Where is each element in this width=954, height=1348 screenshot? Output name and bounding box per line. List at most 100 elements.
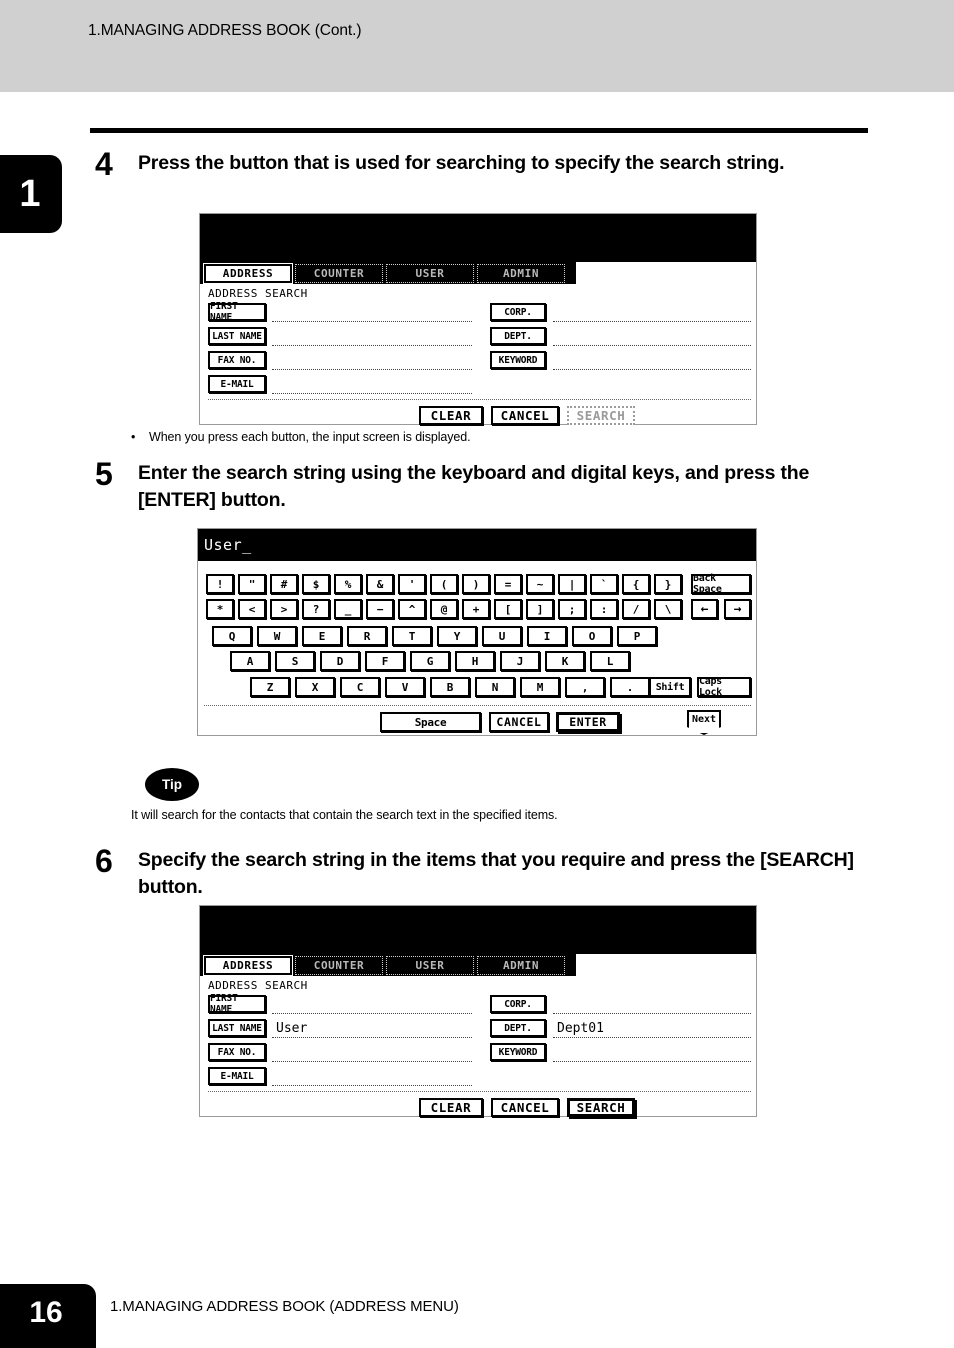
keyboard-input-value[interactable]: User_ bbox=[204, 536, 252, 554]
key-row1-5[interactable]: & bbox=[366, 574, 394, 594]
key-row3-6[interactable]: U bbox=[482, 626, 522, 646]
key-row4-7[interactable]: K bbox=[545, 651, 585, 671]
key-shift[interactable]: Shift bbox=[649, 677, 691, 697]
key-row5-4[interactable]: B bbox=[430, 677, 470, 697]
key-row2-10[interactable]: ] bbox=[526, 599, 554, 619]
field-button-corp[interactable]: CORP. bbox=[490, 303, 546, 321]
key-row2-13[interactable]: / bbox=[622, 599, 650, 619]
tab-user[interactable]: USER bbox=[386, 264, 474, 283]
field-value-e-mail-filled[interactable] bbox=[272, 1067, 472, 1086]
key-row3-1[interactable]: W bbox=[257, 626, 297, 646]
cancel-button-filled[interactable]: CANCEL bbox=[491, 1098, 559, 1117]
key-row2-2[interactable]: > bbox=[270, 599, 298, 619]
key-caps-lock[interactable]: Caps Lock bbox=[697, 676, 751, 698]
field-button-e-mail[interactable]: E-MAIL bbox=[208, 375, 266, 393]
tab-counter-filled[interactable]: COUNTER bbox=[295, 956, 383, 975]
field-button-first-name-filled[interactable]: FIRST NAME bbox=[208, 993, 266, 1015]
key-row3-4[interactable]: T bbox=[392, 626, 432, 646]
field-value-keyword-filled[interactable] bbox=[553, 1043, 751, 1062]
keyboard-cancel-button[interactable]: CANCEL bbox=[489, 712, 549, 732]
key-row1-8[interactable]: ) bbox=[462, 574, 490, 594]
key-row4-6[interactable]: J bbox=[500, 651, 540, 671]
field-value-corp-filled[interactable] bbox=[553, 995, 751, 1014]
field-value-first-name-filled[interactable] bbox=[272, 995, 472, 1014]
key-row2-3[interactable]: ? bbox=[302, 599, 330, 619]
field-value-keyword[interactable] bbox=[553, 351, 751, 370]
field-button-keyword[interactable]: KEYWORD bbox=[490, 351, 546, 369]
field-button-dept[interactable]: DEPT. bbox=[490, 327, 546, 345]
key-row3-0[interactable]: Q bbox=[212, 626, 252, 646]
key-row2-14[interactable]: \ bbox=[654, 599, 682, 619]
key-row2-11[interactable]: ; bbox=[558, 599, 586, 619]
search-button-filled[interactable]: SEARCH bbox=[567, 1098, 635, 1117]
key-row4-8[interactable]: L bbox=[590, 651, 630, 671]
key-row2-5[interactable]: − bbox=[366, 599, 394, 619]
field-value-first-name[interactable] bbox=[272, 303, 472, 322]
key-row1-0[interactable]: ! bbox=[206, 574, 234, 594]
search-button[interactable]: SEARCH bbox=[567, 406, 635, 425]
field-value-fax-no[interactable] bbox=[272, 351, 472, 370]
key-row2-9[interactable]: [ bbox=[494, 599, 522, 619]
key-row1-4[interactable]: % bbox=[334, 574, 362, 594]
key-row5-1[interactable]: X bbox=[295, 677, 335, 697]
clear-button-filled[interactable]: CLEAR bbox=[419, 1098, 483, 1117]
key-row3-8[interactable]: O bbox=[572, 626, 612, 646]
field-button-dept-filled[interactable]: DEPT. bbox=[490, 1019, 546, 1037]
key-row2-8[interactable]: + bbox=[462, 599, 490, 619]
key-row5-0[interactable]: Z bbox=[250, 677, 290, 697]
key-row4-5[interactable]: H bbox=[455, 651, 495, 671]
field-button-fax-no[interactable]: FAX NO. bbox=[208, 351, 266, 369]
key-row1-12[interactable]: ` bbox=[590, 574, 618, 594]
key-row5-5[interactable]: N bbox=[475, 677, 515, 697]
key-row3-5[interactable]: Y bbox=[437, 626, 477, 646]
field-value-last-name-filled[interactable]: User bbox=[272, 1019, 472, 1038]
field-value-dept-filled[interactable]: Dept01 bbox=[553, 1019, 751, 1038]
field-value-dept[interactable] bbox=[553, 327, 751, 346]
key-row5-3[interactable]: V bbox=[385, 677, 425, 697]
field-button-first-name[interactable]: FIRST NAME bbox=[208, 301, 266, 323]
cancel-button[interactable]: CANCEL bbox=[491, 406, 559, 425]
field-button-last-name-filled[interactable]: LAST NAME bbox=[208, 1019, 266, 1037]
key-row2-12[interactable]: : bbox=[590, 599, 618, 619]
tab-admin[interactable]: ADMIN bbox=[477, 264, 565, 283]
key-row5-6[interactable]: M bbox=[520, 677, 560, 697]
tab-counter[interactable]: COUNTER bbox=[295, 264, 383, 283]
field-value-corp[interactable] bbox=[553, 303, 751, 322]
key-row5-7[interactable]: , bbox=[565, 677, 605, 697]
key-row1-11[interactable]: | bbox=[558, 574, 586, 594]
key-row5-8[interactable]: . bbox=[610, 677, 650, 697]
key-back-space[interactable]: Back Space bbox=[691, 573, 751, 595]
key-row2-1[interactable]: < bbox=[238, 599, 266, 619]
key-row1-10[interactable]: ~ bbox=[526, 574, 554, 594]
key-row2-4[interactable]: _ bbox=[334, 599, 362, 619]
tab-address-filled[interactable]: ADDRESS bbox=[204, 956, 292, 975]
key-row3-9[interactable]: P bbox=[617, 626, 657, 646]
key-row1-2[interactable]: # bbox=[270, 574, 298, 594]
field-button-last-name[interactable]: LAST NAME bbox=[208, 327, 266, 345]
key-row1-13[interactable]: { bbox=[622, 574, 650, 594]
clear-button[interactable]: CLEAR bbox=[419, 406, 483, 425]
key-row4-3[interactable]: F bbox=[365, 651, 405, 671]
key-row1-1[interactable]: " bbox=[238, 574, 266, 594]
key-arrow-right[interactable]: → bbox=[724, 599, 751, 619]
tab-admin-filled[interactable]: ADMIN bbox=[477, 956, 565, 975]
key-row3-3[interactable]: R bbox=[347, 626, 387, 646]
key-row1-7[interactable]: ( bbox=[430, 574, 458, 594]
key-row2-6[interactable]: ^ bbox=[398, 599, 426, 619]
key-row5-2[interactable]: C bbox=[340, 677, 380, 697]
key-row1-3[interactable]: $ bbox=[302, 574, 330, 594]
key-row2-7[interactable]: @ bbox=[430, 599, 458, 619]
key-arrow-left[interactable]: ← bbox=[691, 599, 718, 619]
field-button-keyword-filled[interactable]: KEYWORD bbox=[490, 1043, 546, 1061]
field-value-last-name[interactable] bbox=[272, 327, 472, 346]
key-next[interactable]: Next bbox=[687, 710, 721, 735]
field-button-corp-filled[interactable]: CORP. bbox=[490, 995, 546, 1013]
field-button-e-mail-filled[interactable]: E-MAIL bbox=[208, 1067, 266, 1085]
field-value-fax-no-filled[interactable] bbox=[272, 1043, 472, 1062]
key-row1-6[interactable]: ' bbox=[398, 574, 426, 594]
keyboard-enter-button[interactable]: ENTER bbox=[556, 712, 620, 732]
key-row2-0[interactable]: * bbox=[206, 599, 234, 619]
field-value-e-mail[interactable] bbox=[272, 375, 472, 394]
field-button-fax-no-filled[interactable]: FAX NO. bbox=[208, 1043, 266, 1061]
tab-user-filled[interactable]: USER bbox=[386, 956, 474, 975]
